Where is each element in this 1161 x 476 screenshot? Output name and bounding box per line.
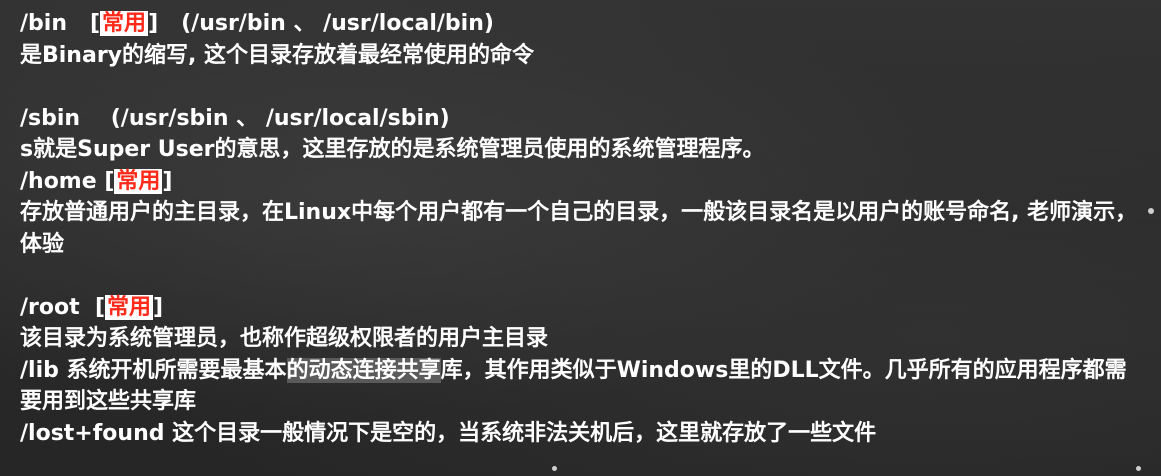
root-heading: /root [常用] bbox=[20, 292, 1145, 324]
lib-path: /lib bbox=[20, 357, 59, 383]
root-path: /root bbox=[20, 294, 80, 320]
lost-found-entry: /lost+found 这个目录一般情况下是空的，当系统非法关机后，这里就存放了… bbox=[20, 418, 1145, 450]
sbin-path: /sbin bbox=[20, 105, 81, 131]
bin-close-bracket: ] bbox=[148, 11, 159, 36]
lost-found-description: 这个目录一般情况下是空的，当系统非法关机后，这里就存放了一些文件 bbox=[172, 420, 877, 446]
bin-alt-paths: (/usr/bin 、 /usr/local/bin) bbox=[181, 11, 494, 36]
home-common-tag: 常用 bbox=[114, 168, 163, 194]
home-close-bracket: ] bbox=[162, 168, 173, 194]
bin-open-bracket: [ bbox=[89, 11, 101, 36]
sbin-description: s就是Super User的意思，这里存放的是系统管理员使用的系统管理程序。 bbox=[20, 137, 765, 162]
root-open-bracket: [ bbox=[94, 294, 106, 320]
nav-dot-icon bbox=[552, 466, 557, 471]
bin-description: 是Binary的缩写, 这个目录存放着最经常使用的命令 bbox=[20, 42, 535, 68]
root-common-tag: 常用 bbox=[105, 294, 154, 320]
home-heading: /home [常用] bbox=[20, 166, 1145, 198]
bin-heading: /bin [常用] (/usr/bin 、 /usr/local/bin) bbox=[20, 8, 1145, 40]
nav-dot-icon bbox=[1148, 208, 1154, 214]
lib-description-highlight: 的动态连接共享 bbox=[286, 357, 441, 383]
sbin-heading: /sbin (/usr/sbin 、 /usr/local/sbin) bbox=[20, 103, 1145, 135]
lib-entry: /lib 系统开机所需要最基本的动态连接共享库，其作用类似于Windows里的D… bbox=[20, 355, 1145, 418]
root-close-bracket: ] bbox=[153, 294, 164, 320]
bin-common-tag: 常用 bbox=[100, 11, 149, 36]
sbin-alt-paths: (/usr/sbin 、 /usr/local/sbin) bbox=[110, 105, 450, 131]
lost-found-path: /lost+found bbox=[20, 420, 165, 446]
home-path: /home bbox=[20, 168, 97, 194]
nav-dot-icon bbox=[1136, 466, 1141, 471]
lib-description-part1: 系统开机所需要最基本 bbox=[66, 357, 287, 383]
home-open-bracket: [ bbox=[104, 168, 115, 194]
slide-content: /bin [常用] (/usr/bin 、 /usr/local/bin) 是B… bbox=[20, 8, 1145, 449]
bin-path: /bin bbox=[20, 11, 67, 36]
home-description: 存放普通用户的主目录，在Linux中每个用户都有一个自己的目录，一般该目录名是以… bbox=[20, 200, 1138, 257]
root-description: 该目录为系统管理员，也称作超级权限者的用户主目录 bbox=[20, 326, 549, 351]
